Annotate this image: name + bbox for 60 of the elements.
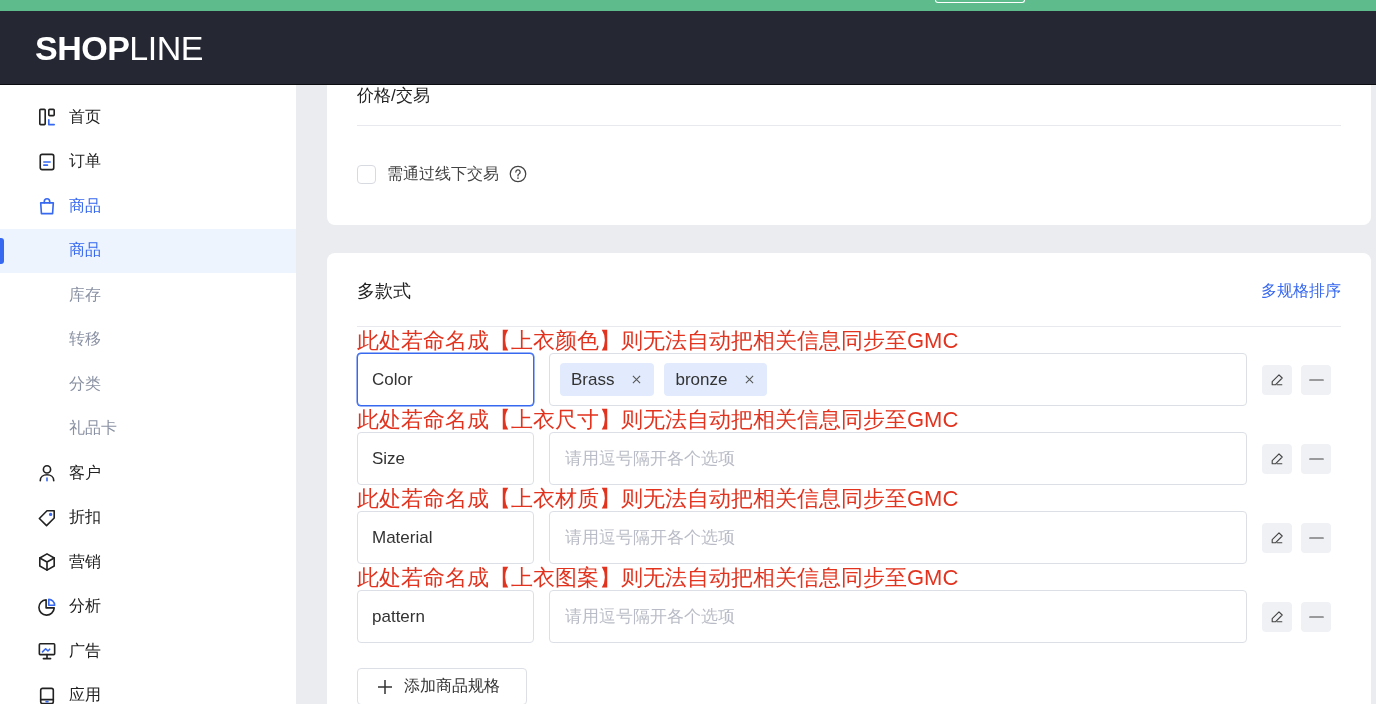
annotation-text: 此处若命名成【上衣尺寸】则无法自动把相关信息同步至GMC — [357, 407, 960, 432]
sidebar-item[interactable]: 商品 — [0, 184, 296, 229]
minus-icon — [1308, 457, 1324, 460]
remove-button[interactable] — [1301, 522, 1331, 553]
minus-icon — [1308, 615, 1324, 618]
help-icon[interactable] — [509, 165, 527, 183]
sidebar-item[interactable]: 订单 — [0, 139, 296, 184]
edit-button[interactable] — [1262, 443, 1292, 474]
pie-chart-icon — [38, 597, 56, 616]
monitor-icon — [38, 642, 56, 661]
option-values-field[interactable]: 请用逗号隔开各个选项 — [549, 590, 1247, 643]
tag-icon — [38, 508, 56, 527]
sidebar-item[interactable]: 首页 — [0, 95, 296, 140]
close-icon[interactable] — [632, 375, 642, 384]
option-values-field[interactable]: 请用逗号隔开各个选项 — [549, 432, 1247, 485]
pencil-icon — [1269, 371, 1285, 388]
plus-icon — [378, 679, 392, 694]
option-name-field[interactable]: Color — [357, 353, 534, 406]
pencil-icon — [1269, 529, 1285, 546]
sidebar-item[interactable]: 分析 — [0, 584, 296, 629]
pencil-icon — [1269, 608, 1285, 625]
option-values-field[interactable]: Brass bronze — [549, 353, 1247, 406]
option-name-field[interactable]: Size — [357, 432, 534, 485]
cube-icon — [38, 553, 56, 572]
sidebar-item[interactable]: 广告 — [0, 629, 296, 674]
dashboard-icon — [38, 108, 56, 127]
sidebar-item[interactable]: 客户 — [0, 451, 296, 496]
tablet-icon — [38, 686, 56, 704]
remove-button[interactable] — [1301, 443, 1331, 474]
edit-button[interactable] — [1262, 522, 1292, 553]
shopping-bag-icon — [38, 197, 56, 216]
pencil-icon — [1269, 450, 1285, 467]
option-name-field[interactable]: Material — [357, 511, 534, 564]
edit-button[interactable] — [1262, 601, 1292, 632]
edit-button[interactable] — [1262, 364, 1292, 395]
sidebar-item[interactable]: 折扣 — [0, 495, 296, 540]
tag-label: bronze — [675, 369, 728, 390]
offline-checkbox[interactable] — [357, 164, 376, 184]
sidebar-subitem[interactable]: 商品 — [0, 228, 296, 273]
logo: SHOPLINE — [35, 30, 203, 65]
sort-link[interactable]: 多规格排序 — [1261, 280, 1341, 302]
checkbox-label: 需通过线下交易 — [387, 163, 499, 184]
add-variant-button[interactable]: 添加商品规格 — [357, 668, 527, 704]
remove-button[interactable] — [1301, 601, 1331, 632]
document-icon — [38, 152, 56, 171]
annotation-text: 此处若命名成【上衣材质】则无法自动把相关信息同步至GMC — [357, 486, 960, 511]
sidebar-item[interactable]: 营销 — [0, 540, 296, 585]
sidebar-item[interactable]: 应用 — [0, 673, 296, 704]
remove-button[interactable] — [1301, 364, 1331, 395]
close-icon[interactable] — [745, 375, 755, 384]
person-icon — [38, 464, 56, 483]
tag-label: Brass — [571, 369, 615, 390]
annotation-text: 此处若命名成【上衣图案】则无法自动把相关信息同步至GMC — [357, 565, 960, 590]
section-title: 多款式 — [357, 281, 411, 301]
section-title: 价格/交易 — [357, 86, 430, 106]
minus-icon — [1308, 378, 1324, 381]
option-name-field[interactable]: pattern — [357, 590, 534, 643]
option-values-field[interactable]: 请用逗号隔开各个选项 — [549, 511, 1247, 564]
annotation-text: 此处若命名成【上衣颜色】则无法自动把相关信息同步至GMC — [357, 328, 960, 353]
minus-icon — [1308, 536, 1324, 539]
